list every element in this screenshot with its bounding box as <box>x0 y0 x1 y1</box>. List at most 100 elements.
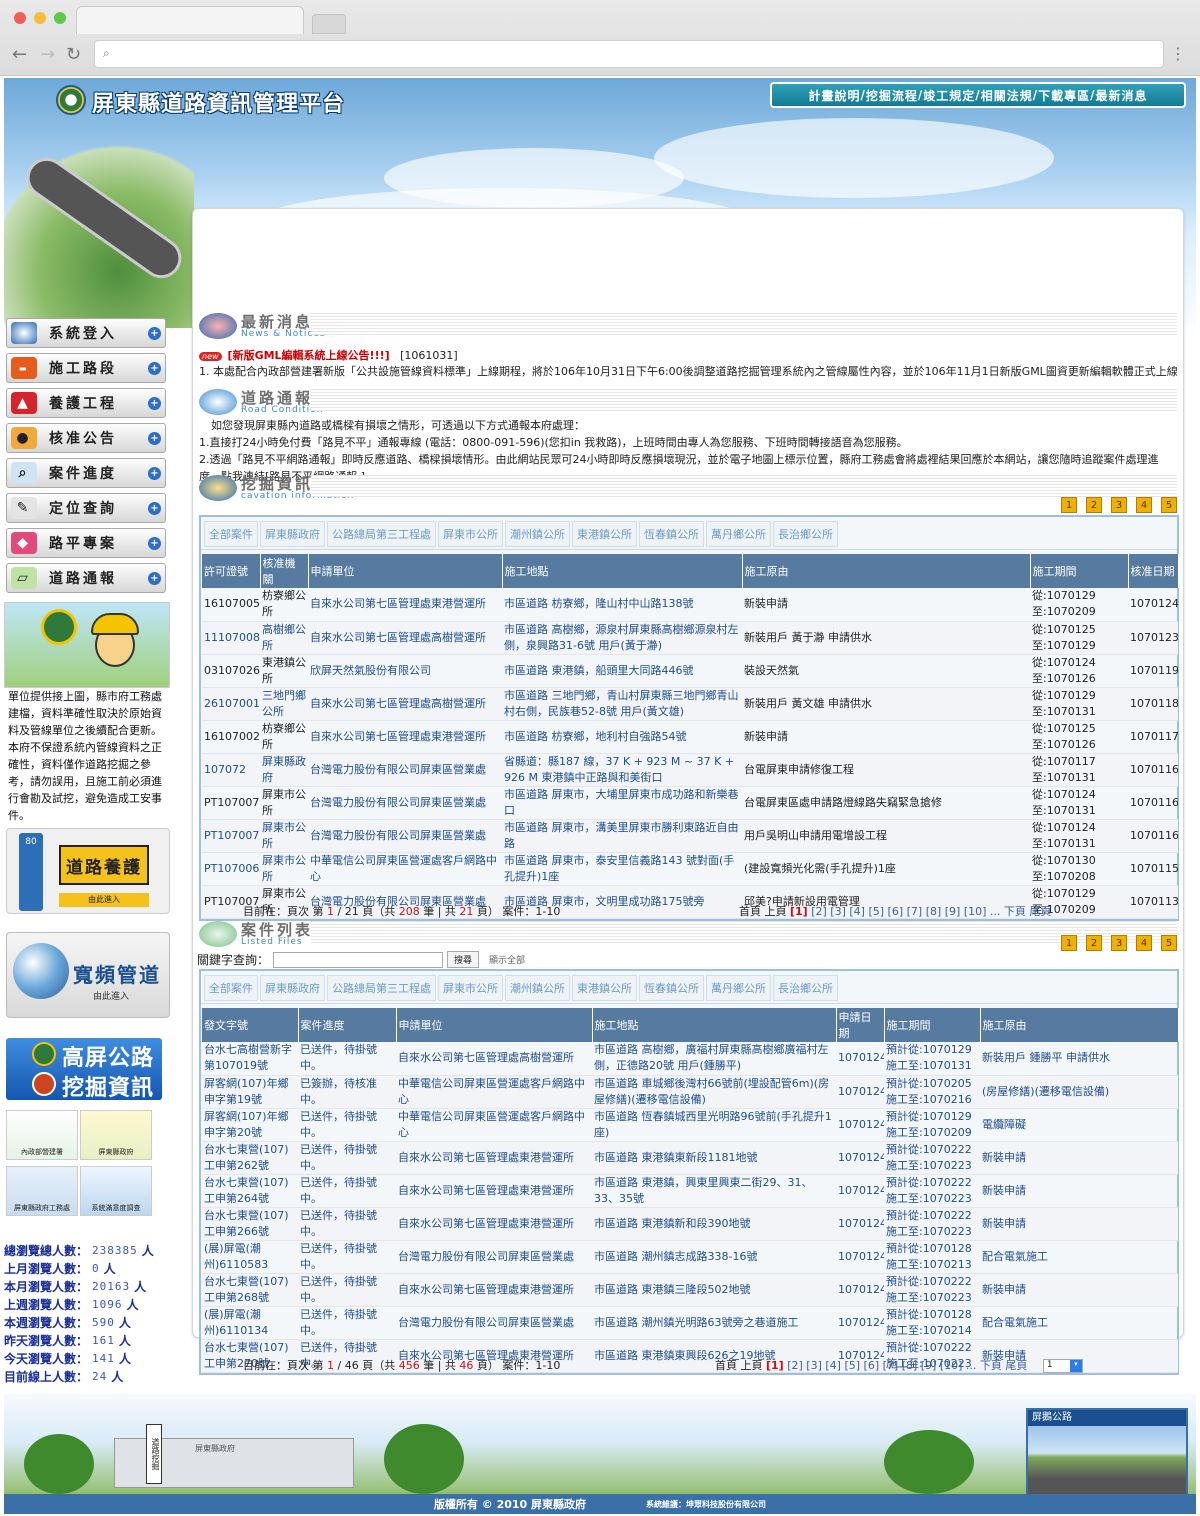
cell-org[interactable]: 屏東市公所 <box>260 786 308 820</box>
logo-county-gov[interactable]: 屏東縣政府 <box>80 1110 152 1160</box>
cell-status[interactable]: 已送件，待掛號中。 <box>298 1306 396 1340</box>
cell-location[interactable]: 市區道路 東港鎮，船頭里大同路446號 <box>502 654 742 688</box>
cell-applicant[interactable]: 自來水公司第七區管理處東港營運所 <box>308 720 502 754</box>
cell-location[interactable]: 市區道路 枋寮鄉，隆山村中山路138號 <box>502 588 742 622</box>
cell-applicant[interactable]: 中華電信公司屏東區營運處客戶網路中心 <box>308 852 502 886</box>
cell-reason[interactable]: 用戶吳明山申請用電增設工程 <box>742 819 1030 853</box>
cell-id[interactable]: 台水七東營(107)工申第264號 <box>202 1174 298 1208</box>
cell-location[interactable]: 市區道路 屏東市，泰安里信義路143 號對面(手孔提升)1座 <box>502 852 742 886</box>
cell-location[interactable]: 市區道路 枋寮鄉，地利村自強路54號 <box>502 720 742 754</box>
cell-period[interactable]: 從:1070124 至:1070131 <box>1030 786 1128 820</box>
filter-tab[interactable]: 潮州鎮公所 <box>505 521 570 547</box>
cell-applicant[interactable]: 台灣電力股份有限公司屏東區營業處 <box>396 1306 592 1340</box>
cell-period[interactable]: 從:1070124 至:1070131 <box>1030 819 1128 853</box>
cell-date[interactable]: 1070123 <box>1128 621 1178 655</box>
cell-id[interactable]: 16107005 <box>202 588 260 622</box>
filter-tab[interactable]: 萬丹鄉公所 <box>706 975 771 1001</box>
cell-id[interactable]: 16107002 <box>202 720 260 754</box>
cell-id[interactable]: (展)屏電(潮州)6110134 <box>202 1306 298 1340</box>
cell-location[interactable]: 市區道路 潮州鎮志成路338-16號 <box>592 1240 836 1274</box>
table-row[interactable]: PT1070073屏東市公所台灣電力股份有限公司屏東區營業處市區道路 屏東市，大… <box>202 786 1178 820</box>
table-row[interactable]: 屏客網(107)年鄉申字第19號 已簽辦，待核准中。 中華電信公司屏東區營運處客戶網… <box>202 1075 1178 1109</box>
cell-period[interactable]: 從:1070125 至:1070126 <box>1030 720 1128 754</box>
cell-date[interactable]: 1070115 <box>1128 852 1178 886</box>
page-box[interactable]: 1 <box>1061 497 1077 513</box>
cell-status[interactable]: 已送件，待掛號中。 <box>298 1273 396 1307</box>
cell-period[interactable]: 預計從:1070222施工至:1070223 <box>884 1174 980 1208</box>
excavation-pager-nav[interactable]: 首頁 上頁 [1] [2] [3] [4] [5] [6] [7] [8] [9… <box>739 903 1051 919</box>
cell-date[interactable]: 1070124 <box>836 1273 884 1307</box>
cell-period[interactable]: 從:1070117 至:1070131 <box>1030 753 1128 787</box>
nav-plan[interactable]: 計畫說明 <box>808 87 860 104</box>
cell-location[interactable]: 市區道路 屏東市，大埔里屏東市成功路和新樂巷口 <box>502 786 742 820</box>
browser-tab-active[interactable] <box>76 6 304 34</box>
cell-reason[interactable]: 台電屏東區處申請路燈線路失竊緊急搶修 <box>742 786 1030 820</box>
cell-period[interactable]: 預計從:1070222施工至:1070223 <box>884 1273 980 1307</box>
sidebar-item-road-report[interactable]: ▱ 道路通報 + <box>6 563 166 593</box>
reload-icon[interactable]: ↻ <box>66 44 81 65</box>
cell-period[interactable]: 預計從:1070205施工至:1070216 <box>884 1075 980 1109</box>
cell-id[interactable]: 11107008 <box>202 621 260 655</box>
nav-latest[interactable]: 最新消息 <box>1096 87 1148 104</box>
cell-id[interactable]: 107072 <box>202 753 260 787</box>
cell-id[interactable]: 台水七東營(107)工申第268號 <box>202 1273 298 1307</box>
cell-date[interactable]: 1070124 <box>836 1207 884 1241</box>
cell-period[interactable]: 從:1070129 至:1070209 <box>1030 588 1128 622</box>
road-maintenance-banner[interactable]: 80 道路養護 由此進入 <box>6 828 170 914</box>
table-row[interactable]: 台水七東營(107)工申第266號 已送件，待掛號中。 自來水公司第七區管理處東港營… <box>202 1207 1178 1241</box>
cell-applicant[interactable]: 中華電信公司屏東區營運處客戶網路中心 <box>396 1075 592 1109</box>
cell-applicant[interactable]: 台灣電力股份有限公司屏東區營業處 <box>396 1240 592 1274</box>
table-row[interactable]: (展)屏電(潮州)6110134 已送件，待掛號中。 台灣電力股份有限公司屏東區營業… <box>202 1306 1178 1340</box>
cell-status[interactable]: 已送件，待掛號中。 <box>298 1240 396 1274</box>
sidebar-item-progress[interactable]: ⌕ 案件進度 + <box>6 458 166 488</box>
new-tab-button[interactable] <box>312 14 346 34</box>
cell-id[interactable]: PT1070073 <box>202 786 260 820</box>
table-row[interactable]: 26107001 三地門鄉公所 自來水公司第七區管理處高樹營運所 市區道路 三地門鄉，… <box>202 687 1178 721</box>
page-box[interactable]: 3 <box>1111 935 1127 951</box>
filter-tab[interactable]: 潮州鎮公所 <box>505 975 570 1001</box>
page-box[interactable]: 2 <box>1086 935 1102 951</box>
cell-id[interactable]: PT1070061 <box>202 852 260 886</box>
page-box[interactable]: 2 <box>1086 497 1102 513</box>
cell-location[interactable]: 省縣道：縣187 線，37 K + 923 M ~ 37 K + 926 M 東… <box>502 753 742 787</box>
cell-date[interactable]: 1070124 <box>836 1174 884 1208</box>
filter-tab[interactable]: 屏東縣政府 <box>260 521 325 547</box>
cell-status[interactable]: 已送件，待掛號中。 <box>298 1207 396 1241</box>
cell-date[interactable]: 1070124 <box>836 1042 884 1076</box>
cell-date[interactable]: 1070116 <box>1128 786 1178 820</box>
table-row[interactable]: (展)屏電(潮州)6110583 已送件，待掛號中。 台灣電力股份有限公司屏東區營業… <box>202 1240 1178 1274</box>
cell-status[interactable]: 已送件，待掛號中。 <box>298 1174 396 1208</box>
cell-applicant[interactable]: 自來水公司第七區管理處東港營運所 <box>396 1207 592 1241</box>
nav-regulations[interactable]: 相關法規 <box>981 87 1033 104</box>
cell-org[interactable]: 枋寮鄉公所 <box>260 720 308 754</box>
cell-org[interactable]: 三地門鄉公所 <box>260 687 308 721</box>
cell-reason[interactable]: 新裝申請 <box>980 1141 1178 1175</box>
cell-id[interactable]: (展)屏電(潮州)6110583 <box>202 1240 298 1274</box>
maximize-window-button[interactable] <box>54 12 66 24</box>
logo-public-works[interactable]: 屏東縣政府工務處 <box>6 1166 78 1216</box>
cell-period[interactable]: 預計從:1070129施工至:1070209 <box>884 1108 980 1142</box>
news-body[interactable]: 1. 本處配合內政部營建署新版「公共設施管線資料標準」上線期程，將於106年10… <box>199 363 1179 379</box>
browser-menu-icon[interactable]: ⋮ <box>1170 44 1186 63</box>
table-row[interactable]: PT1070072屏東市公所台灣電力股份有限公司屏東區營業處市區道路 屏東市，溝… <box>202 819 1178 853</box>
cell-reason[interactable]: 新裝用戶 黃文雄 申請供水 <box>742 687 1030 721</box>
page-box[interactable]: 1 <box>1061 935 1077 951</box>
cell-reason[interactable]: 新裝用戶 鍾勝平 申請供水 <box>980 1042 1178 1076</box>
page-box[interactable]: 5 <box>1161 497 1177 513</box>
cell-location[interactable]: 市區道路 高樹鄉，廣福村屏東縣高樹鄉廣福村左側，正德路20號 用戶(鍾勝平) <box>592 1042 836 1076</box>
cell-applicant[interactable]: 台灣電力股份有限公司屏東區營業處 <box>308 753 502 787</box>
table-row[interactable]: 03107026 東港鎮公所 欣屏天然氣股份有限公司 市區道路 東港鎮，船頭里大同路4… <box>202 654 1178 688</box>
cell-date[interactable]: 1070113 <box>1128 885 1178 919</box>
cell-id[interactable]: PT1070072 <box>202 819 260 853</box>
cell-location[interactable]: 市區道路 潮州鎮光明路63號旁之巷道施工 <box>592 1306 836 1340</box>
cell-org[interactable]: 屏東市公所 <box>260 819 308 853</box>
cell-applicant[interactable]: 自來水公司第七區管理處高樹營運所 <box>308 621 502 655</box>
table-row[interactable]: 屏客網(107)年鄉申字第20號 已送件，待掛號中。 中華電信公司屏東區營運處客戶網… <box>202 1108 1178 1142</box>
cell-status[interactable]: 已送件，待掛號中。 <box>298 1042 396 1076</box>
cell-period[interactable]: 預計從:1070128施工至:1070214 <box>884 1306 980 1340</box>
cell-period[interactable]: 從:1070130 至:1070208 <box>1030 852 1128 886</box>
filter-tab[interactable]: 公路總局第三工程處 <box>327 521 436 547</box>
cell-location[interactable]: 市區道路 東港鎮新和段390地號 <box>592 1207 836 1241</box>
nav-process[interactable]: 挖掘流程 <box>866 87 918 104</box>
pager-nav-links[interactable]: [2] [3] [4] [5] [6] [7] [8] [9] [10] ...… <box>811 905 1051 918</box>
